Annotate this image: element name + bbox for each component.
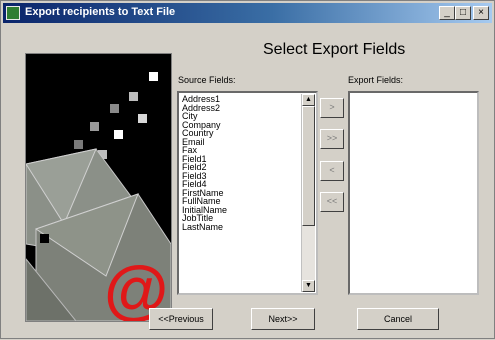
dialog-body: @ Select Export Fields Source Fields: Ex… <box>1 23 495 340</box>
page-title: Select Export Fields <box>263 41 406 58</box>
export-dialog: Export recipients to Text File _ □ × @ S… <box>0 0 495 339</box>
add-all-fields-button[interactable]: >> <box>320 129 344 149</box>
list-item[interactable]: LastName <box>182 222 299 232</box>
remove-all-fields-button[interactable]: << <box>320 192 344 212</box>
app-icon <box>6 6 20 20</box>
list-item[interactable]: Email <box>182 137 299 147</box>
previous-button[interactable]: <<Previous <box>149 308 213 330</box>
source-fields-items: Address1 Address2 City Company Country Email F… <box>182 95 299 291</box>
window-title: Export recipients to Text File <box>25 6 176 18</box>
scroll-down-icon[interactable]: ▼ <box>302 280 315 292</box>
scroll-thumb[interactable] <box>302 106 315 226</box>
source-fields-list[interactable]: Address1 Address2 City Company Country Email F… <box>177 91 318 295</box>
envelope-at-art: @ <box>26 54 171 321</box>
remove-field-button[interactable]: < <box>320 161 344 181</box>
cancel-button[interactable]: Cancel <box>357 308 439 330</box>
scroll-up-icon[interactable]: ▲ <box>302 94 315 106</box>
add-field-button[interactable]: > <box>320 98 344 118</box>
source-list-scrollbar[interactable]: ▲ ▼ <box>301 94 315 292</box>
export-fields-label: Export Fields: <box>348 75 404 85</box>
export-fields-list[interactable] <box>348 91 479 295</box>
list-item[interactable]: Address2 <box>182 103 299 113</box>
next-button[interactable]: Next>> <box>251 308 315 330</box>
maximize-button[interactable]: □ <box>455 6 471 20</box>
envelope-at-icon: @ <box>25 53 172 322</box>
title-bar[interactable]: Export recipients to Text File _ □ × <box>3 3 492 23</box>
minimize-button[interactable]: _ <box>439 6 455 20</box>
close-button[interactable]: × <box>473 6 489 20</box>
export-fields-items <box>353 95 460 291</box>
source-fields-label: Source Fields: <box>178 75 236 85</box>
